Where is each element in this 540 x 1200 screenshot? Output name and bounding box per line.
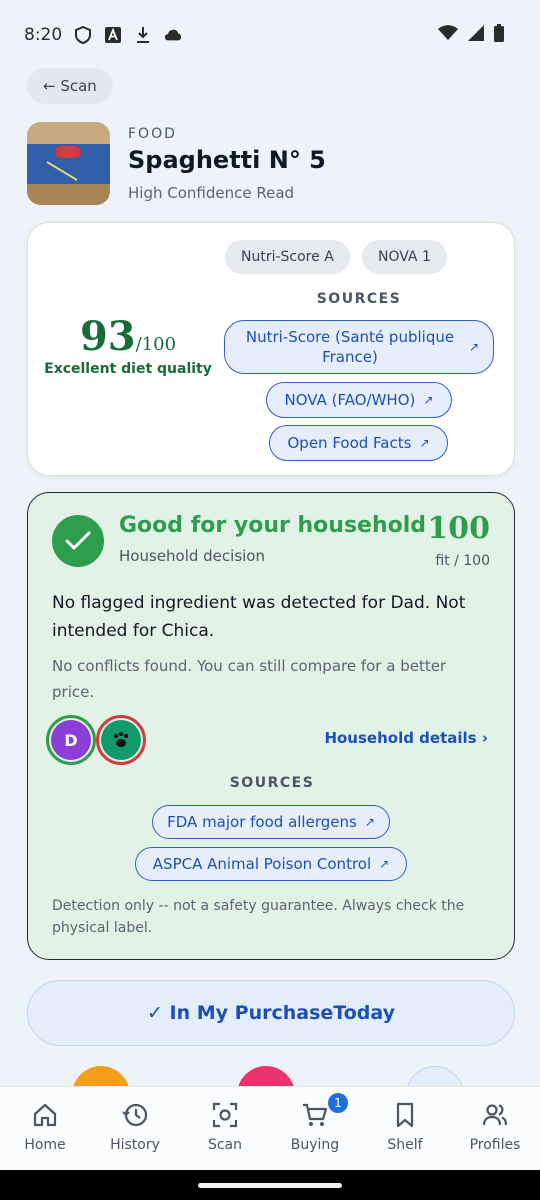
nav-label: Home — [24, 1137, 66, 1153]
nav-buying[interactable]: 1 Buying — [270, 1087, 360, 1170]
bookmark-icon — [396, 1102, 414, 1128]
nav-home[interactable]: Home — [0, 1087, 90, 1170]
nav-label: Shelf — [387, 1137, 423, 1153]
external-link-icon: ↗ — [364, 815, 375, 829]
source-link-label: Open Food Facts — [287, 434, 412, 452]
household-decision-label: Household decision — [119, 547, 265, 565]
status-time: 8:20 — [24, 25, 63, 45]
wifi-icon — [438, 25, 458, 45]
source-link-open-food-facts[interactable]: Open Food Facts ↗ — [269, 425, 448, 461]
in-my-purchase-button[interactable]: ✓ In My PurchaseToday — [27, 980, 515, 1046]
external-link-icon: ↗ — [379, 857, 390, 871]
household-verdict: Good for your household — [119, 513, 427, 538]
home-icon — [33, 1103, 57, 1127]
avatar-initial: D — [51, 720, 91, 760]
nav-profiles[interactable]: Profiles — [450, 1087, 540, 1170]
external-link-icon: ↗ — [423, 393, 434, 407]
product-title: Spaghetti N° 5 — [128, 146, 326, 174]
people-icon — [482, 1104, 508, 1126]
product-thumbnail — [27, 122, 110, 205]
shield-icon — [74, 26, 92, 44]
external-link-icon: ↗ — [419, 436, 430, 450]
source-link-label: Nutri-Score (Santé publique France) — [245, 328, 455, 366]
source-link-label: ASPCA Animal Poison Control — [152, 855, 372, 873]
paw-icon — [101, 720, 141, 760]
nav-shelf[interactable]: Shelf — [360, 1087, 450, 1170]
fit-score: 100 — [427, 511, 490, 546]
product-header: FOOD Spaghetti N° 5 High Confidence Read — [27, 122, 517, 208]
nav-label: Scan — [207, 1137, 243, 1153]
check-icon — [52, 515, 104, 567]
external-link-icon: ↗ — [468, 340, 479, 354]
gesture-handle[interactable] — [198, 1183, 342, 1188]
household-details-link[interactable]: Household details › — [324, 729, 488, 747]
detection-disclaimer: Detection only -- not a safety guarantee… — [52, 898, 465, 936]
household-sources-title: SOURCES — [229, 775, 315, 791]
nav-label: Profiles — [469, 1137, 521, 1153]
source-link-nutri-score[interactable]: Nutri-Score (Santé publique France) ↗ — [224, 320, 494, 374]
cloud-icon — [164, 26, 182, 44]
diet-score-value: 93 — [79, 313, 136, 360]
diet-score: 93/100 — [48, 313, 208, 360]
source-link-label: FDA major food allergens — [167, 813, 357, 831]
household-note: No conflicts found. You can still compar… — [52, 657, 447, 701]
fit-score-label: fit / 100 — [435, 553, 490, 569]
nav-label: Buying — [290, 1137, 340, 1153]
history-icon — [122, 1103, 148, 1127]
nutrition-sources-title: SOURCES — [316, 291, 402, 307]
font-a-icon — [104, 26, 122, 44]
nav-scan[interactable]: Scan — [180, 1087, 270, 1170]
nova-chip: NOVA 1 — [362, 240, 447, 274]
diet-score-suffix: /100 — [135, 334, 177, 355]
read-confidence: High Confidence Read — [128, 184, 295, 202]
household-card: Good for your household Household decisi… — [27, 492, 515, 960]
nutrition-card: Nutri-Score A NOVA 1 93/100 Excellent di… — [27, 222, 515, 476]
signal-icon — [468, 25, 484, 45]
source-link-label: NOVA (FAO/WHO) — [284, 391, 416, 409]
battery-icon — [494, 24, 504, 46]
download-icon — [134, 26, 152, 44]
bottom-nav: Home History Scan 1 Buying Shelf Profile… — [0, 1086, 540, 1170]
buying-count-badge: 1 — [328, 1093, 348, 1113]
back-to-scan-button[interactable]: ← Scan — [27, 68, 113, 104]
status-bar: 8:20 — [0, 0, 540, 70]
nav-label: History — [110, 1137, 160, 1153]
source-link-fda[interactable]: FDA major food allergens ↗ — [152, 805, 390, 839]
avatar-chica[interactable] — [96, 715, 146, 765]
scan-icon — [212, 1102, 238, 1128]
household-message: No flagged ingredient was detected for D… — [52, 593, 466, 641]
source-link-nova[interactable]: NOVA (FAO/WHO) ↗ — [266, 382, 452, 418]
product-category: FOOD — [128, 126, 177, 142]
nav-history[interactable]: History — [90, 1087, 180, 1170]
diet-quality-label: Excellent diet quality — [44, 361, 212, 377]
source-link-aspca[interactable]: ASPCA Animal Poison Control ↗ — [135, 847, 407, 881]
avatar-dad[interactable]: D — [46, 715, 96, 765]
nutri-score-chip: Nutri-Score A — [225, 240, 350, 274]
cart-icon — [303, 1103, 328, 1126]
